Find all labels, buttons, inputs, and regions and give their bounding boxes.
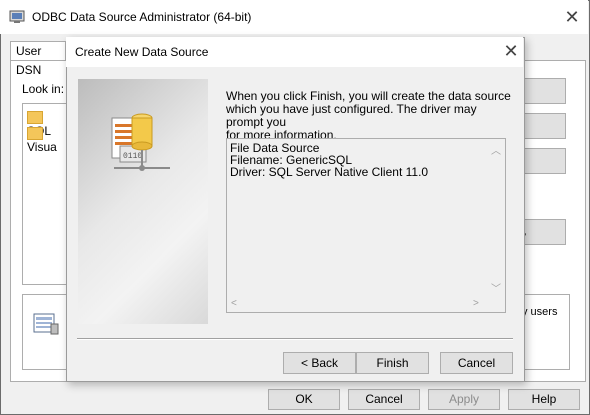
tab-user-dsn[interactable]: User DSN: [10, 41, 66, 77]
vertical-scrollbar[interactable]: ︿ ﹀: [486, 139, 505, 296]
info-text: y users: [522, 306, 558, 318]
apply-button[interactable]: Apply: [428, 389, 500, 410]
list-item[interactable]: SQL: [27, 110, 68, 138]
ok-button[interactable]: OK: [268, 389, 340, 410]
configure-button[interactable]: [518, 148, 566, 174]
remove-button[interactable]: [518, 113, 566, 139]
odbc-admin-icon: [9, 9, 25, 25]
look-in-label: Look in:: [22, 82, 65, 96]
divider: [77, 338, 513, 340]
scroll-left-icon[interactable]: <: [231, 298, 237, 309]
database-file-icon: 0110: [110, 110, 180, 180]
odbc-info-icon: [33, 312, 59, 336]
list-item[interactable]: Visua: [27, 126, 68, 154]
description-text: When you click Finish, you will create t…: [226, 90, 516, 142]
help-button[interactable]: Help: [508, 389, 580, 410]
description-line: which you have just configured. The driv…: [226, 102, 477, 129]
close-icon[interactable]: ✕: [561, 6, 583, 28]
add-button[interactable]: [518, 78, 566, 104]
finish-button[interactable]: Finish: [356, 352, 429, 374]
summary-line: Driver: SQL Server Native Client 11.0: [230, 165, 429, 179]
list-item-label: Visua: [27, 140, 57, 155]
cancel-button[interactable]: Cancel: [348, 389, 420, 410]
folder-icon: [27, 111, 43, 125]
back-button[interactable]: < Back: [283, 352, 356, 374]
close-icon[interactable]: ✕: [500, 40, 522, 62]
dialog-cancel-button[interactable]: Cancel: [440, 352, 513, 374]
horizontal-scrollbar[interactable]: < >: [227, 296, 486, 312]
svg-text:0110: 0110: [123, 152, 142, 161]
window-title: ODBC Data Source Administrator (64-bit): [32, 10, 252, 24]
driver-list[interactable]: SQL Visua: [22, 103, 69, 285]
folder-icon: [27, 127, 43, 141]
dialog-title: Create New Data Source: [75, 45, 209, 59]
scroll-right-icon[interactable]: >: [473, 298, 479, 309]
scroll-up-icon[interactable]: ︿: [491, 142, 501, 157]
scroll-down-icon[interactable]: ﹀: [491, 280, 501, 295]
